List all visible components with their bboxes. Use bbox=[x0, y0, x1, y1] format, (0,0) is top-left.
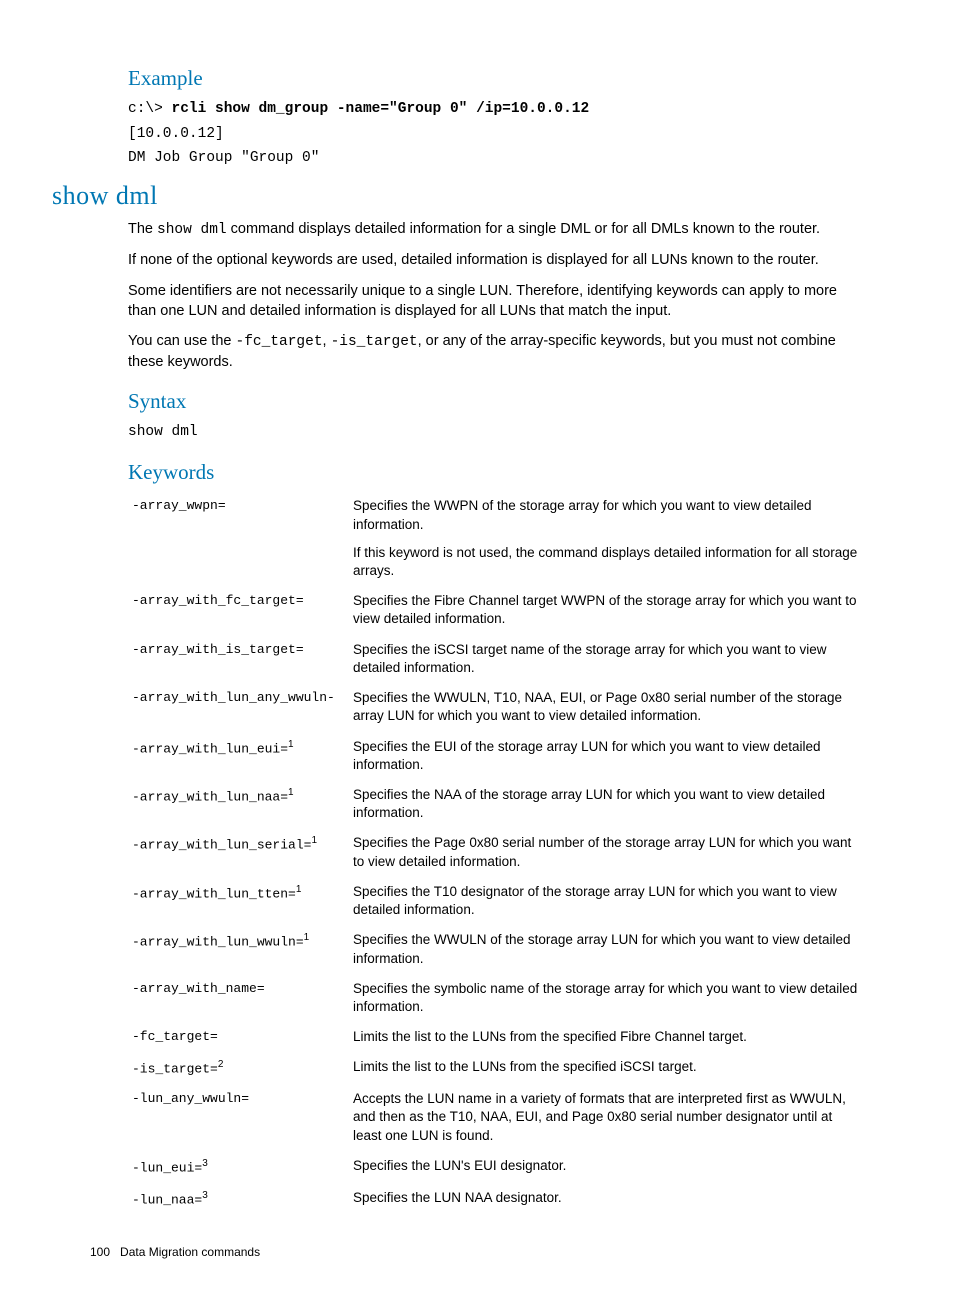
keyword-description: Specifies the WWPN of the storage array … bbox=[353, 491, 864, 586]
keyword-description: Specifies the EUI of the storage array L… bbox=[353, 732, 864, 780]
keyword-description-extra: If this keyword is not used, the command… bbox=[353, 544, 858, 580]
footnote-ref: 3 bbox=[202, 1158, 208, 1169]
inline-code: -fc_target bbox=[236, 334, 323, 350]
keyword-description: Accepts the LUN name in a variety of for… bbox=[353, 1084, 864, 1151]
keyword-name: -fc_target= bbox=[128, 1022, 353, 1052]
document-page: Example c:\> rcli show dm_group -name="G… bbox=[0, 0, 954, 1299]
keyword-row: -array_with_lun_serial=1Specifies the Pa… bbox=[128, 828, 864, 876]
command-title: show dml bbox=[52, 181, 864, 211]
keyword-row: -array_wwpn=Specifies the WWPN of the st… bbox=[128, 491, 864, 586]
keyword-row: -array_with_lun_tten=1Specifies the T10 … bbox=[128, 877, 864, 925]
page-number: 100 bbox=[90, 1245, 110, 1259]
body-paragraph: Some identifiers are not necessarily uni… bbox=[128, 281, 864, 322]
example-heading: Example bbox=[128, 66, 864, 91]
keyword-name: -array_with_lun_eui=1 bbox=[128, 732, 353, 780]
footnote-ref: 1 bbox=[311, 835, 317, 846]
keyword-row: -array_with_lun_wwuln=1Specifies the WWU… bbox=[128, 925, 864, 973]
keyword-row: -lun_naa=3Specifies the LUN NAA designat… bbox=[128, 1183, 864, 1215]
footnote-ref: 1 bbox=[296, 884, 302, 895]
keyword-description: Specifies the LUN's EUI designator. bbox=[353, 1151, 864, 1183]
keyword-name: -lun_any_wwuln= bbox=[128, 1084, 353, 1151]
footnote-ref: 1 bbox=[288, 739, 294, 750]
keyword-row: -array_with_is_target=Specifies the iSCS… bbox=[128, 635, 864, 683]
keyword-description: Specifies the T10 designator of the stor… bbox=[353, 877, 864, 925]
keyword-description: Limits the list to the LUNs from the spe… bbox=[353, 1022, 864, 1052]
keyword-name: -lun_eui=3 bbox=[128, 1151, 353, 1183]
keyword-row: -array_with_name=Specifies the symbolic … bbox=[128, 974, 864, 1022]
keyword-row: -fc_target=Limits the list to the LUNs f… bbox=[128, 1022, 864, 1052]
keyword-row: -array_with_lun_naa=1Specifies the NAA o… bbox=[128, 780, 864, 828]
keyword-name: -array_wwpn= bbox=[128, 491, 353, 586]
keywords-table: -array_wwpn=Specifies the WWPN of the st… bbox=[128, 491, 864, 1214]
keyword-name: -array_with_lun_tten=1 bbox=[128, 877, 353, 925]
keyword-description: Limits the list to the LUNs from the spe… bbox=[353, 1052, 864, 1084]
keyword-name: -array_with_fc_target= bbox=[128, 586, 353, 634]
code-output-line: [10.0.0.12] bbox=[128, 126, 224, 142]
keyword-row: -array_with_lun_eui=1Specifies the EUI o… bbox=[128, 732, 864, 780]
footer-label: Data Migration commands bbox=[120, 1245, 260, 1259]
text-span: command displays detailed information fo… bbox=[227, 221, 820, 237]
inline-code: -is_target bbox=[331, 334, 418, 350]
keyword-row: -array_with_fc_target=Specifies the Fibr… bbox=[128, 586, 864, 634]
keyword-description: Specifies the iSCSI target name of the s… bbox=[353, 635, 864, 683]
syntax-text: show dml bbox=[128, 420, 864, 445]
inline-code: show dml bbox=[157, 222, 227, 238]
code-prompt: c:\> bbox=[128, 101, 172, 117]
footnote-ref: 1 bbox=[288, 787, 294, 798]
keyword-description: Specifies the symbolic name of the stora… bbox=[353, 974, 864, 1022]
keyword-name: -array_with_is_target= bbox=[128, 635, 353, 683]
keyword-name: -array_with_lun_any_wwuln- bbox=[128, 683, 353, 731]
body-paragraph: You can use the -fc_target, -is_target, … bbox=[128, 331, 864, 373]
keyword-name: -lun_naa=3 bbox=[128, 1183, 353, 1215]
keyword-row: -lun_eui=3Specifies the LUN's EUI design… bbox=[128, 1151, 864, 1183]
text-span: You can use the bbox=[128, 333, 236, 349]
keyword-name: -array_with_lun_wwuln=1 bbox=[128, 925, 353, 973]
text-span: The bbox=[128, 221, 157, 237]
keyword-name: -array_with_lun_serial=1 bbox=[128, 828, 353, 876]
code-output-line: DM Job Group "Group 0" bbox=[128, 150, 319, 166]
keyword-name: -array_with_lun_naa=1 bbox=[128, 780, 353, 828]
keyword-row: -lun_any_wwuln=Accepts the LUN name in a… bbox=[128, 1084, 864, 1151]
text-span: , bbox=[323, 333, 331, 349]
page-footer: 100 Data Migration commands bbox=[90, 1245, 864, 1259]
code-command: rcli show dm_group -name="Group 0" /ip=1… bbox=[172, 101, 590, 117]
keywords-heading: Keywords bbox=[128, 460, 864, 485]
body-paragraph: If none of the optional keywords are use… bbox=[128, 250, 864, 270]
body-paragraph: The show dml command displays detailed i… bbox=[128, 219, 864, 240]
keyword-name: -is_target=2 bbox=[128, 1052, 353, 1084]
keyword-description: Specifies the Fibre Channel target WWPN … bbox=[353, 586, 864, 634]
keyword-name: -array_with_name= bbox=[128, 974, 353, 1022]
footnote-ref: 2 bbox=[218, 1059, 224, 1070]
keyword-description: Specifies the NAA of the storage array L… bbox=[353, 780, 864, 828]
footnote-ref: 1 bbox=[304, 932, 310, 943]
keyword-row: -array_with_lun_any_wwuln-Specifies the … bbox=[128, 683, 864, 731]
keyword-description: Specifies the Page 0x80 serial number of… bbox=[353, 828, 864, 876]
keyword-description: Specifies the LUN NAA designator. bbox=[353, 1183, 864, 1215]
footnote-ref: 3 bbox=[202, 1190, 208, 1201]
keyword-row: -is_target=2Limits the list to the LUNs … bbox=[128, 1052, 864, 1084]
example-code-block: c:\> rcli show dm_group -name="Group 0" … bbox=[128, 97, 864, 171]
keyword-description: Specifies the WWULN of the storage array… bbox=[353, 925, 864, 973]
keyword-description: Specifies the WWULN, T10, NAA, EUI, or P… bbox=[353, 683, 864, 731]
syntax-heading: Syntax bbox=[128, 389, 864, 414]
